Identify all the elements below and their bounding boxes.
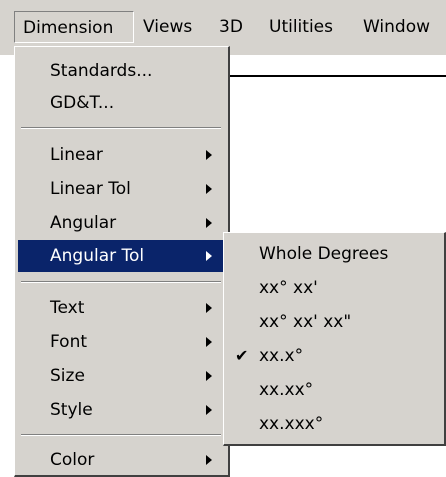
menu-item-linear[interactable]: Linear	[18, 139, 227, 171]
submenu-item-deg-min-sec-label: xx° xx' xx"	[259, 312, 352, 332]
menu-item-linear-tol-label: Linear Tol	[50, 179, 131, 199]
angular-tol-submenu: Whole Degrees xx° xx' xx° xx' xx" ✔ xx.x…	[223, 232, 446, 446]
submenu-item-deg-min-sec[interactable]: xx° xx' xx"	[227, 306, 444, 338]
menu-item-text[interactable]: Text	[18, 292, 227, 324]
dimension-menu: Standards... GD&T... Linear Linear Tol A…	[14, 46, 230, 477]
menu-item-angular-label: Angular	[50, 213, 117, 233]
menu-item-size-label: Size	[50, 366, 85, 386]
menu-item-standards[interactable]: Standards...	[18, 55, 227, 87]
menu-separator	[21, 434, 221, 436]
submenu-item-one-decimal[interactable]: ✔ xx.x°	[227, 340, 444, 372]
submenu-item-deg-min-label: xx° xx'	[259, 278, 318, 298]
submenu-arrow-icon	[206, 405, 212, 415]
submenu-item-three-decimal-label: xx.xxx°	[259, 414, 324, 434]
submenu-arrow-icon	[206, 251, 212, 261]
menu-item-angular-tol[interactable]: Angular Tol	[18, 240, 224, 272]
menu-item-angular-tol-label: Angular Tol	[50, 246, 145, 266]
submenu-item-deg-min[interactable]: xx° xx'	[227, 272, 444, 304]
menu-item-color[interactable]: Color	[18, 444, 227, 476]
menu-dimension-label: Dimension	[23, 18, 114, 38]
menu-item-text-label: Text	[50, 298, 85, 318]
submenu-arrow-icon	[206, 184, 212, 194]
document-divider	[228, 75, 446, 77]
menu-window[interactable]: Window	[363, 11, 430, 43]
menu-separator	[21, 127, 221, 129]
menu-dimension[interactable]: Dimension	[14, 11, 134, 43]
menu-utilities-label: Utilities	[269, 17, 333, 37]
menu-3d[interactable]: 3D	[219, 11, 243, 43]
submenu-item-two-decimal[interactable]: xx.xx°	[227, 374, 444, 406]
submenu-item-whole-degrees-label: Whole Degrees	[259, 244, 389, 264]
menu-item-standards-label: Standards...	[50, 61, 153, 81]
menu-item-style[interactable]: Style	[18, 394, 227, 426]
menu-separator	[21, 281, 221, 283]
submenu-arrow-icon	[206, 371, 212, 381]
menu-utilities[interactable]: Utilities	[269, 11, 333, 43]
submenu-item-two-decimal-label: xx.xx°	[259, 380, 314, 400]
menu-item-size[interactable]: Size	[18, 360, 227, 392]
menu-window-label: Window	[363, 17, 431, 37]
menu-item-gdt-label: GD&T...	[50, 93, 115, 113]
menu-item-gdt[interactable]: GD&T...	[18, 87, 227, 119]
menu-item-angular[interactable]: Angular	[18, 207, 227, 239]
menu-3d-label: 3D	[219, 17, 243, 37]
submenu-arrow-icon	[206, 150, 212, 160]
menu-views[interactable]: Views	[143, 11, 192, 43]
submenu-item-one-decimal-label: xx.x°	[259, 346, 304, 366]
submenu-arrow-icon	[206, 337, 212, 347]
menu-item-linear-tol[interactable]: Linear Tol	[18, 173, 227, 205]
submenu-item-three-decimal[interactable]: xx.xxx°	[227, 408, 444, 440]
checkmark-icon: ✔	[235, 346, 249, 365]
menu-views-label: Views	[143, 17, 193, 37]
submenu-arrow-icon	[206, 218, 212, 228]
submenu-item-whole-degrees[interactable]: Whole Degrees	[227, 238, 444, 270]
menu-item-font-label: Font	[50, 332, 88, 352]
menu-item-style-label: Style	[50, 400, 93, 420]
menu-item-font[interactable]: Font	[18, 326, 227, 358]
submenu-arrow-icon	[206, 455, 212, 465]
submenu-arrow-icon	[206, 303, 212, 313]
menu-item-linear-label: Linear	[50, 145, 103, 165]
menu-item-color-label: Color	[50, 450, 95, 470]
